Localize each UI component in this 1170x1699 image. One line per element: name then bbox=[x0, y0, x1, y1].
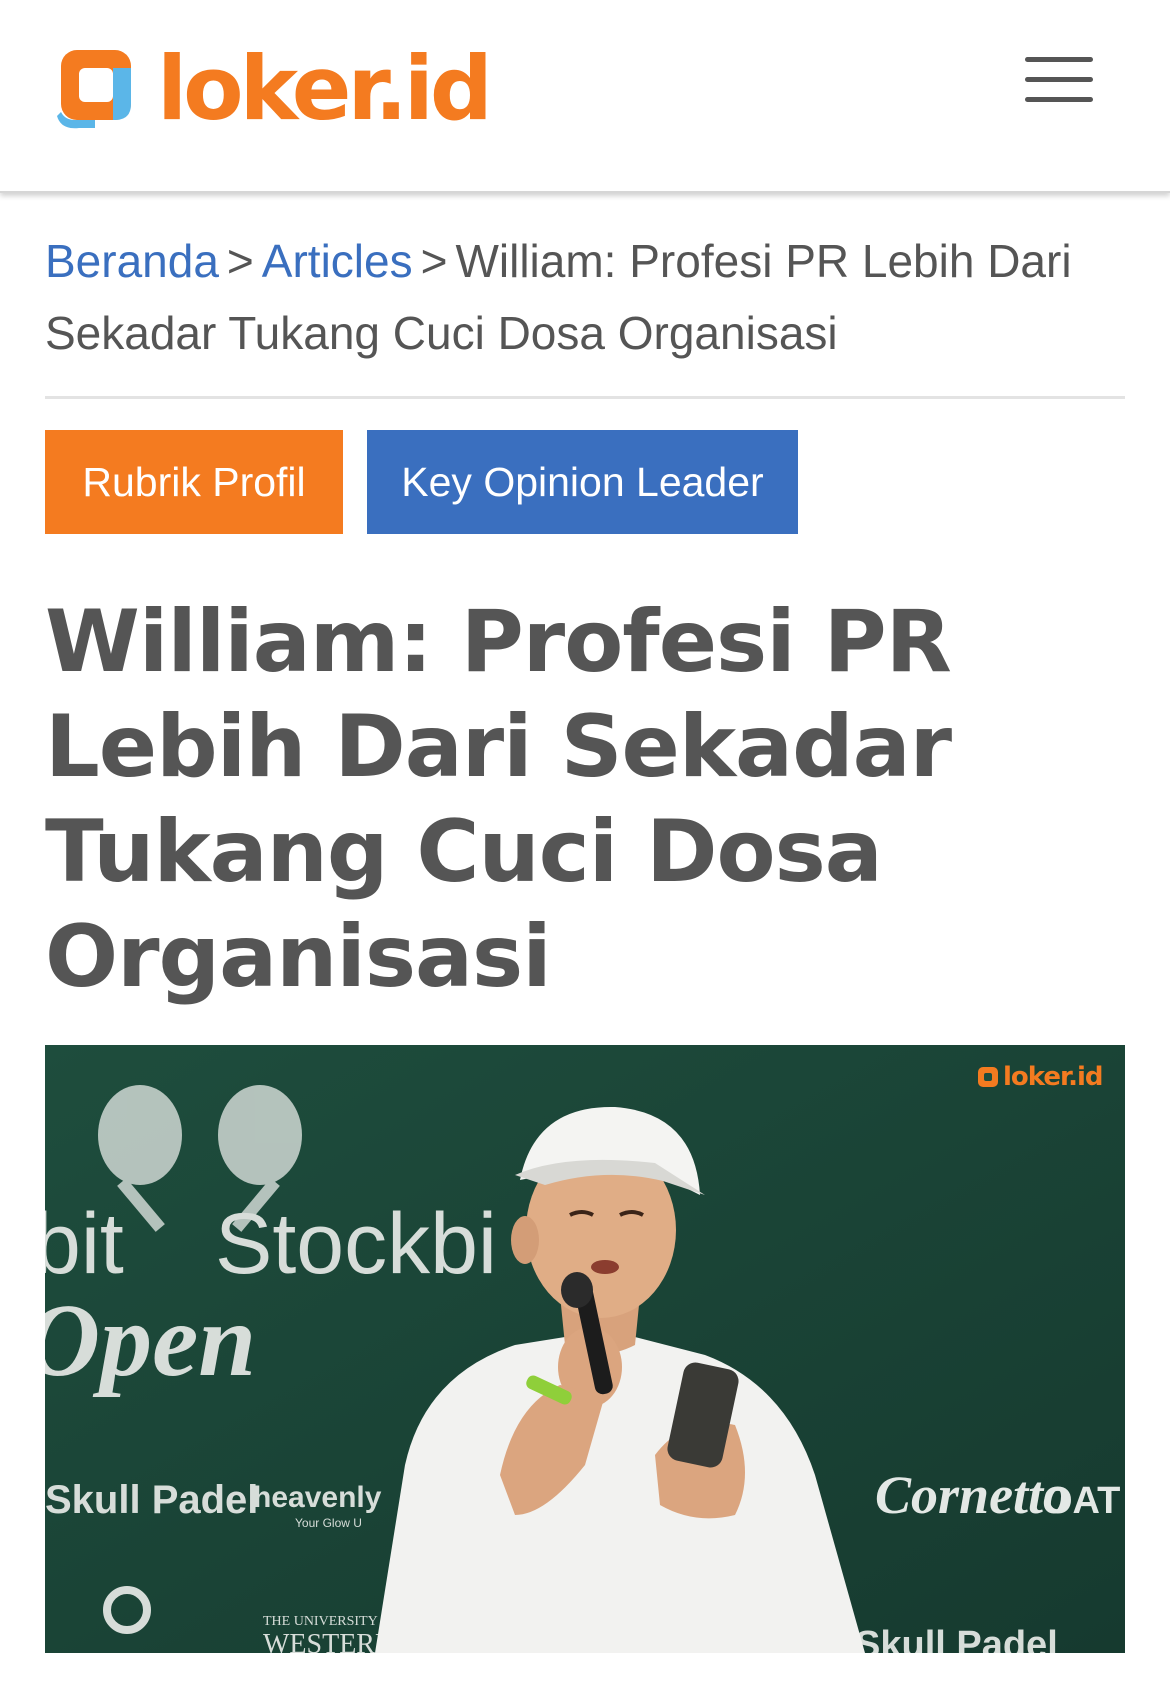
breadcrumb-home-link[interactable]: Beranda bbox=[45, 235, 219, 287]
tag-key-opinion-leader[interactable]: Key Opinion Leader bbox=[367, 430, 798, 534]
backdrop-text-skull-padel-2: Skull Padel bbox=[855, 1624, 1058, 1653]
backdrop-text-open: Open bbox=[45, 1283, 256, 1398]
backdrop-text-university: THE UNIVERSITY OF bbox=[263, 1614, 399, 1629]
hero-watermark-text: loker.id bbox=[1003, 1062, 1103, 1092]
breadcrumb-articles-link[interactable]: Articles bbox=[262, 235, 413, 287]
article-title: William: Profesi PR Lebih Dari Sekadar T… bbox=[45, 592, 952, 1007]
site-header: loker.id bbox=[0, 0, 1170, 193]
logo-text: loker.id bbox=[157, 37, 493, 140]
site-logo[interactable]: loker.id bbox=[55, 37, 493, 140]
backdrop-text-skull-padel: Skull Padel bbox=[45, 1478, 258, 1522]
breadcrumb-separator: > bbox=[226, 235, 254, 287]
breadcrumb-separator: > bbox=[420, 235, 448, 287]
backdrop-text-bit: bit bbox=[45, 1196, 124, 1292]
backdrop-text-glow: Your Glow U bbox=[295, 1516, 362, 1530]
loker-logo-icon bbox=[57, 50, 131, 129]
article-hero-image: bit Stockbi Open Skull Padel heavenly Yo… bbox=[45, 1045, 1125, 1653]
tag-rubrik-profil[interactable]: Rubrik Profil bbox=[45, 430, 343, 534]
backdrop-text-western: WESTERN bbox=[263, 1629, 395, 1653]
backdrop-text-oat: OAT bbox=[1043, 1480, 1120, 1522]
breadcrumb: Beranda > Articles > William: Profesi PR Leb… bbox=[45, 225, 1125, 369]
hamburger-menu-icon[interactable] bbox=[1025, 57, 1093, 102]
divider bbox=[45, 396, 1125, 399]
backdrop-text-stockbit: Stockbi bbox=[215, 1196, 497, 1292]
backdrop-text-cornetto: Cornetto bbox=[875, 1465, 1070, 1525]
backdrop-text-heavenly: heavenly bbox=[253, 1481, 382, 1514]
